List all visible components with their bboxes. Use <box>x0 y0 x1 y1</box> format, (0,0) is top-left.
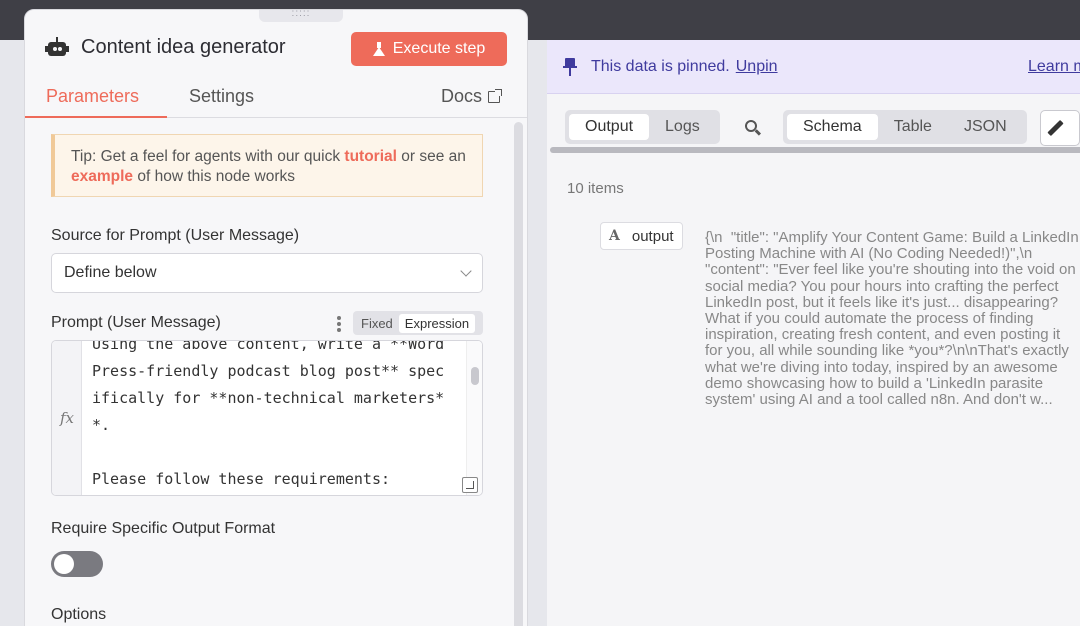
node-tabs: Parameters Settings Docs <box>25 76 527 118</box>
node-parameters-panel: ::::: Content idea generator Execute ste… <box>24 9 528 626</box>
schema-field-output[interactable]: A output <box>600 222 683 250</box>
tab-output[interactable]: Output <box>569 114 650 140</box>
source-select-value: Define below <box>64 264 157 281</box>
options-label: Options <box>51 606 107 623</box>
example-link[interactable]: example <box>71 168 133 185</box>
external-link-icon <box>488 88 503 103</box>
node-title[interactable]: Content idea generator <box>81 36 286 59</box>
view-mode-tabs: Schema Table JSON <box>783 110 1027 144</box>
pencil-icon <box>1047 119 1064 137</box>
output-format-switch[interactable] <box>51 551 103 577</box>
canvas-left-strip <box>0 40 24 626</box>
parameters-content: Tip: Get a feel for agents with our quic… <box>51 134 483 623</box>
flask-icon <box>372 42 385 56</box>
tab-parameters[interactable]: Parameters <box>46 86 139 107</box>
execute-step-label: Execute step <box>392 40 486 57</box>
tutorial-link[interactable]: tutorial <box>344 148 397 165</box>
prompt-code[interactable]: Using the above content, write a **Word … <box>92 341 466 493</box>
node-header: Content idea generator Execute step Para… <box>25 10 527 118</box>
fixed-expression-toggle[interactable]: Fixed Expression <box>353 311 483 335</box>
view-schema[interactable]: Schema <box>787 114 878 140</box>
mode-expression[interactable]: Expression <box>398 313 476 333</box>
field-name: output <box>631 227 674 245</box>
source-label: Source for Prompt (User Message) <box>51 227 300 244</box>
view-json[interactable]: JSON <box>948 114 1023 140</box>
chevron-down-icon <box>460 265 472 277</box>
panel-scrollbar[interactable] <box>514 122 523 626</box>
mode-fixed[interactable]: Fixed <box>355 314 399 333</box>
more-options-icon[interactable] <box>337 316 341 332</box>
prompt-label: Prompt (User Message) <box>51 314 221 331</box>
tip-prefix: Tip: Get a feel for agents with our quic… <box>71 148 345 165</box>
items-count: 10 items <box>567 180 624 197</box>
editor-scrollbar[interactable] <box>466 341 482 495</box>
tip-suffix: of how this node works <box>133 168 296 185</box>
fx-gutter: fx <box>52 341 82 495</box>
unpin-link[interactable]: Unpin <box>736 58 778 76</box>
output-logs-tabs: Output Logs <box>565 110 720 144</box>
pinned-data-banner: This data is pinned. Unpin Learn more <box>547 40 1080 94</box>
pinned-text: This data is pinned. <box>591 57 730 75</box>
pin-icon <box>563 57 577 76</box>
switch-knob <box>54 554 74 574</box>
node-title-row: Content idea generator <box>45 36 286 59</box>
learn-more-link[interactable]: Learn more <box>1028 58 1080 76</box>
execute-step-button[interactable]: Execute step <box>351 32 507 66</box>
robot-icon <box>45 36 69 59</box>
tab-logs[interactable]: Logs <box>649 114 716 140</box>
source-select[interactable]: Define below <box>51 253 483 293</box>
canvas-middle-strip <box>527 40 547 626</box>
edit-output-button[interactable] <box>1040 110 1080 146</box>
docs-link[interactable]: Docs <box>441 86 503 107</box>
view-table[interactable]: Table <box>878 114 948 140</box>
fx-icon: fx <box>60 409 75 427</box>
active-tab-underline <box>25 116 167 118</box>
tab-settings[interactable]: Settings <box>189 86 254 107</box>
search-icon[interactable] <box>745 120 762 136</box>
horizontal-scrollbar[interactable] <box>550 147 1080 153</box>
string-type-icon: A <box>609 228 620 244</box>
output-panel: This data is pinned. Unpin Learn more Ou… <box>547 40 1080 626</box>
field-value: {\n "title": "Amplify Your Content Game:… <box>705 230 1079 409</box>
tip-mid: or see an <box>396 148 466 165</box>
expand-editor-icon[interactable] <box>462 477 478 493</box>
docs-label: Docs <box>441 86 483 106</box>
output-format-label: Require Specific Output Format <box>51 520 276 537</box>
tip-callout: Tip: Get a feel for agents with our quic… <box>51 134 483 197</box>
prompt-expression-editor[interactable]: fx Using the above content, write a **Wo… <box>51 340 483 496</box>
